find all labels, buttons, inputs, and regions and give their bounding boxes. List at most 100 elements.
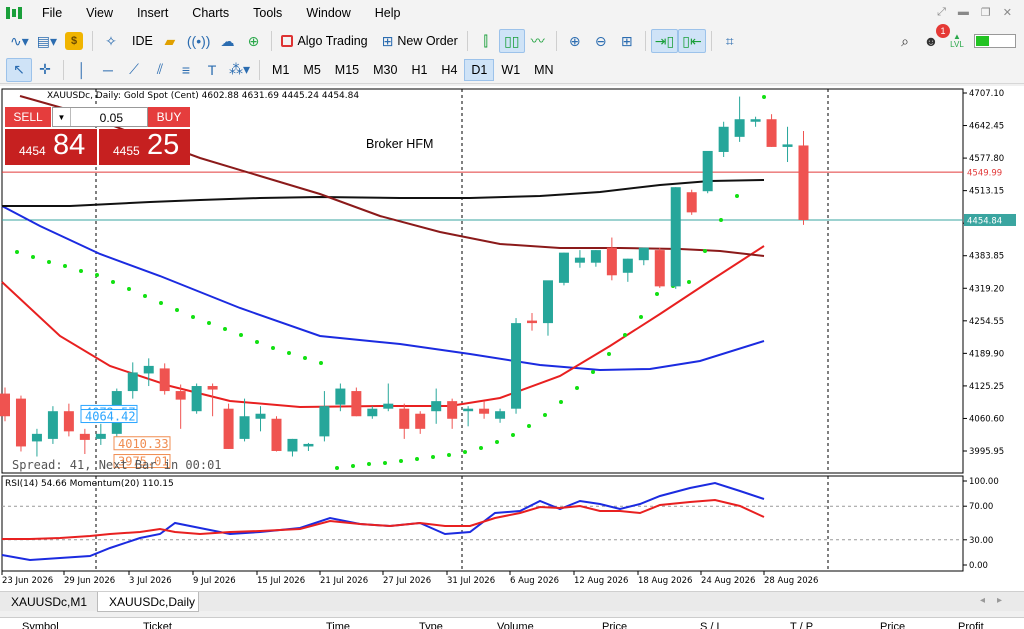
main-toolbar: ∿▾ ▤▾ $ ✧ IDE ▰ ((•)) ☁ ⊕ Algo Trading ⊞… <box>0 24 1024 56</box>
tab-xauusdc-m1[interactable]: XAUUSDc,M1 <box>0 592 97 612</box>
sell-button[interactable]: SELL <box>5 107 51 127</box>
candle-body <box>319 406 330 437</box>
chart-type-line-icon[interactable]: ∿▾ <box>6 29 33 53</box>
sar-dot <box>735 194 739 198</box>
market-icon[interactable]: $ <box>61 29 87 53</box>
timeframe-m5[interactable]: M5 <box>296 59 327 81</box>
trendline-icon[interactable]: ⟋ <box>121 58 147 82</box>
channel-icon[interactable]: ⫽ <box>147 58 173 82</box>
level-label: LVL <box>950 40 964 49</box>
new-order-button[interactable]: ⊞ New Order <box>378 29 462 53</box>
notifications-button[interactable]: ☻ 1 <box>918 24 950 53</box>
restore-icon[interactable]: ❐ <box>981 6 991 19</box>
sar-dot <box>575 386 579 390</box>
shapes-icon[interactable]: ⁂▾ <box>225 58 254 82</box>
col-type[interactable]: Type <box>419 621 443 629</box>
buy-price-button[interactable]: 4455 25 <box>99 129 190 165</box>
price-tick-label: 4254.55 <box>969 317 1004 327</box>
candle-body <box>223 408 234 449</box>
menu-file[interactable]: File <box>30 0 74 26</box>
timeframe-mn[interactable]: MN <box>527 59 560 81</box>
menu-window[interactable]: Window <box>294 0 362 26</box>
sell-price-small: 4454 <box>19 144 46 158</box>
col-tp[interactable]: T / P <box>790 621 813 629</box>
lot-size-input[interactable]: ▼ 0.05 <box>52 107 148 127</box>
col-volume[interactable]: Volume <box>497 621 534 629</box>
pin-icon[interactable]: ⤢ <box>937 6 946 19</box>
candle-body <box>686 192 697 213</box>
col-ticket[interactable]: Ticket <box>143 621 172 629</box>
timeframe-h1[interactable]: H1 <box>404 59 434 81</box>
rsi-tick-label: 0.00 <box>969 561 988 571</box>
tab-xauusdc-daily[interactable]: XAUUSDc,Daily <box>97 592 199 612</box>
bar-chart-icon[interactable]: ⫿ <box>473 29 499 53</box>
candle-body <box>558 252 569 283</box>
col-time[interactable]: Time <box>326 621 350 629</box>
sar-dot <box>639 315 643 319</box>
lot-dropdown-icon[interactable]: ▼ <box>53 108 71 126</box>
sell-price-button[interactable]: 4454 84 <box>5 129 97 165</box>
ide-button[interactable]: IDE <box>124 29 157 53</box>
fibonacci-icon[interactable]: ≡ <box>173 58 199 82</box>
text-icon[interactable]: T <box>199 58 225 82</box>
tab-scroll-arrows[interactable]: ◂▸ <box>980 595 1014 606</box>
close-icon[interactable]: ✕ <box>1003 6 1012 19</box>
sar-dot <box>399 459 403 463</box>
candlestick-chart-icon[interactable]: ▯▯ <box>498 29 525 53</box>
sparkle-icon[interactable]: ✧ <box>98 29 124 53</box>
timeframe-w1[interactable]: W1 <box>494 59 527 81</box>
cloud-icon[interactable]: ☁ <box>214 29 240 53</box>
signal-icon[interactable]: ((•)) <box>183 29 215 53</box>
horizontal-line-icon[interactable]: ─ <box>95 58 121 82</box>
candle-body <box>207 386 218 390</box>
col-profit[interactable]: Profit <box>958 621 984 629</box>
menu-help[interactable]: Help <box>363 0 413 26</box>
sar-dot <box>335 466 339 470</box>
sar-dot <box>127 287 131 291</box>
menu-charts[interactable]: Charts <box>180 0 241 26</box>
sar-dot <box>95 273 99 277</box>
candle-body <box>191 386 202 412</box>
timeframe-m15[interactable]: M15 <box>328 59 366 81</box>
shopping-bag-icon[interactable]: ▰ <box>157 29 183 53</box>
crosshair-icon[interactable]: ✛ <box>32 58 58 82</box>
menu-insert[interactable]: Insert <box>125 0 180 26</box>
zoom-out-icon[interactable]: ⊖ <box>588 29 614 53</box>
chart-shift-icon[interactable]: ▯⇤ <box>678 29 706 53</box>
sar-dot <box>511 433 515 437</box>
candle-body <box>95 433 106 439</box>
timeframe-h4[interactable]: H4 <box>434 59 464 81</box>
col-price[interactable]: Price <box>602 621 627 629</box>
sar-dot <box>207 321 211 325</box>
menu-view[interactable]: View <box>74 0 125 26</box>
candle-body <box>255 413 266 419</box>
app-logo-icon <box>6 6 22 20</box>
chart-template-icon[interactable]: ▤▾ <box>33 29 61 53</box>
screenshot-icon[interactable]: ⌗ <box>717 29 743 53</box>
date-tick-label: 28 Aug 2026 <box>764 576 818 586</box>
candle-body <box>511 323 522 409</box>
zoom-in-icon[interactable]: ⊕ <box>562 29 588 53</box>
tile-windows-icon[interactable]: ⊞ <box>614 29 640 53</box>
col-current-price[interactable]: Price <box>880 621 905 629</box>
menu-tools[interactable]: Tools <box>241 0 294 26</box>
timeframe-m30[interactable]: M30 <box>366 59 404 81</box>
candle-body <box>351 391 362 417</box>
auto-scroll-icon[interactable]: ⇥▯ <box>650 29 679 53</box>
sar-dot <box>111 280 115 284</box>
sar-dot <box>351 464 355 468</box>
trade-table-header: Symbol Ticket Time Type Volume Price S /… <box>0 617 1024 629</box>
vertical-line-icon[interactable]: │ <box>69 58 95 82</box>
chart-window[interactable]: 4707.104642.454577.804513.154448.504383.… <box>0 86 1024 591</box>
col-sl[interactable]: S / L <box>700 621 723 629</box>
minimize-icon[interactable]: ▬ <box>958 6 969 19</box>
timeframe-m1[interactable]: M1 <box>265 59 296 81</box>
cursor-icon[interactable]: ↖ <box>6 57 32 82</box>
timeframe-d1[interactable]: D1 <box>464 58 495 81</box>
algo-trading-button[interactable]: Algo Trading <box>277 29 371 53</box>
search-icon[interactable]: ⌕ <box>892 29 918 53</box>
network-icon[interactable]: ⊕ <box>240 29 266 53</box>
col-symbol[interactable]: Symbol <box>22 621 59 629</box>
buy-button[interactable]: BUY <box>148 107 190 127</box>
line-chart-icon[interactable]: 〰 <box>525 29 551 53</box>
